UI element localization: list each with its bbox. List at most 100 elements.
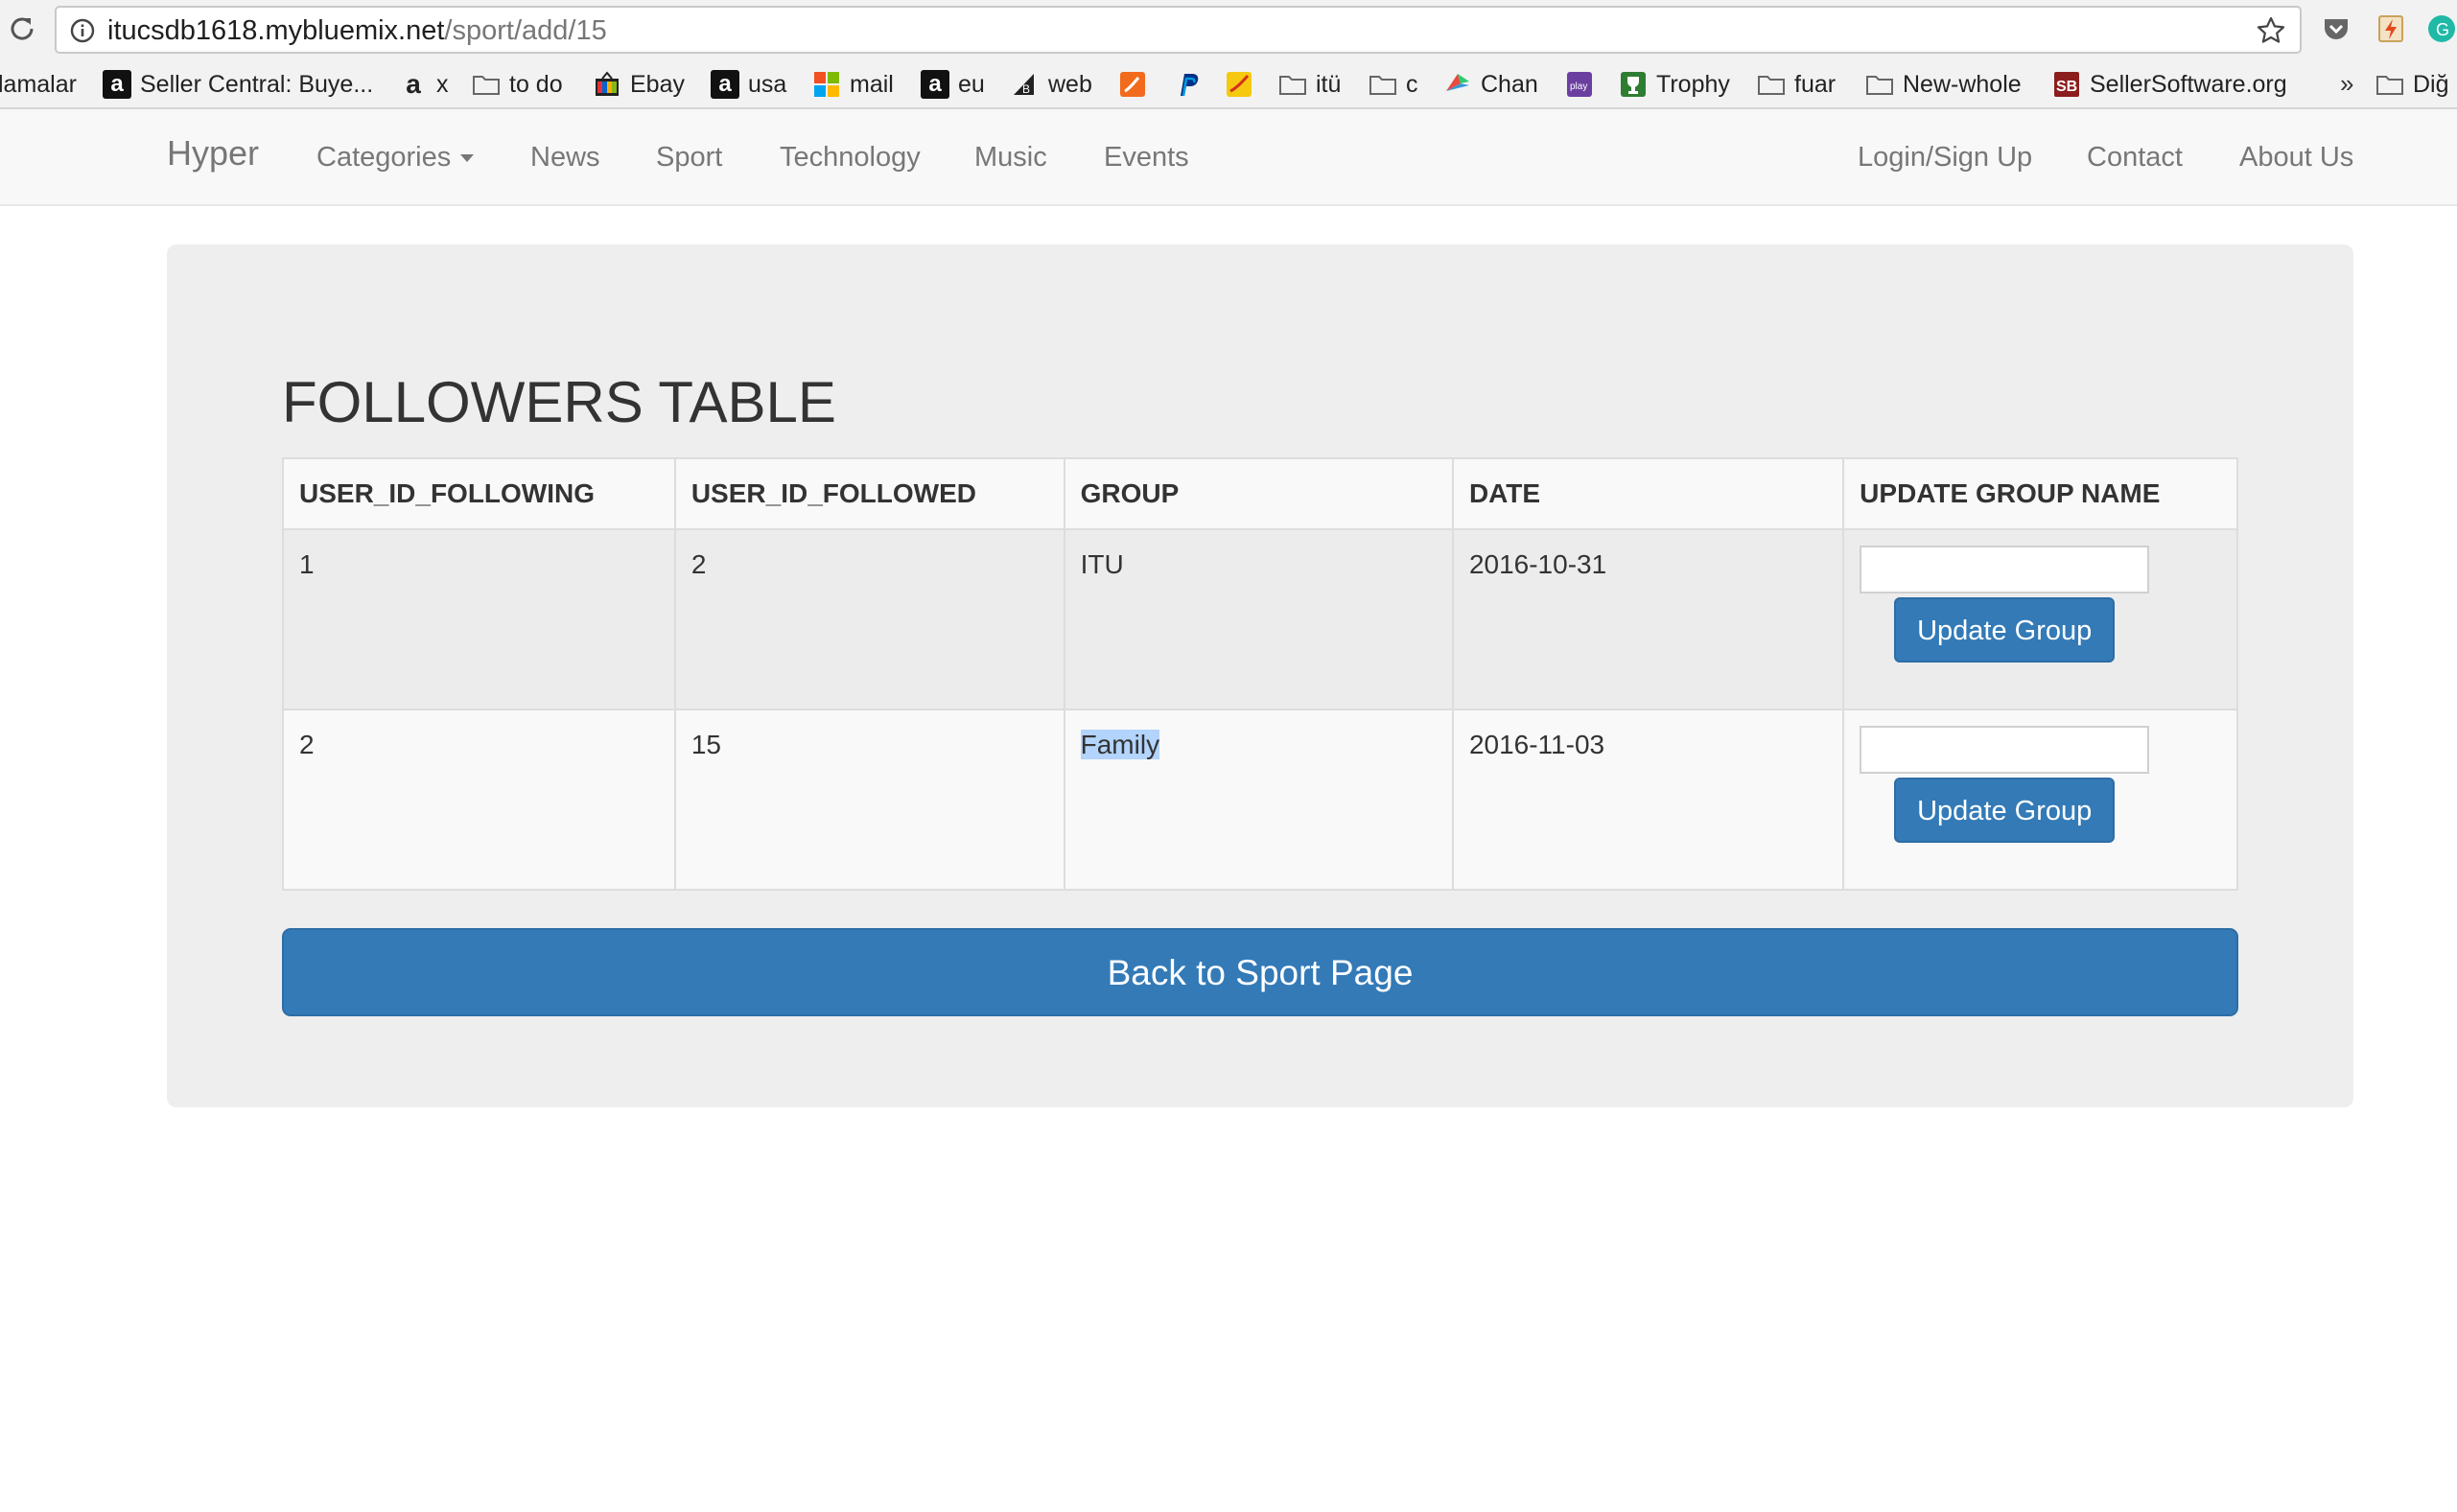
nav-news[interactable]: News [530,140,600,174]
bookmark-item[interactable]: fuar [1757,67,1836,102]
bookmark-label: New-whole [1903,70,2022,98]
bookmark-item[interactable]: Ebay [593,67,685,102]
bookmark-item[interactable]: to do [472,67,563,102]
bookmark-item[interactable] [1172,67,1209,102]
bookmark-item[interactable] [1225,67,1262,102]
folder-icon [1758,76,1785,95]
address-bar[interactable]: itucsdb1618.mybluemix.net/sport/add/15 [55,6,2302,54]
bookmark-item[interactable]: Trophy [1619,67,1730,102]
yellow-app-icon [1227,72,1252,97]
bookmark-label: x [436,70,449,98]
browser-toolbar: itucsdb1618.mybluemix.net/sport/add/15 G [0,0,2457,59]
bookmark-label: Seller Central: Buye... [140,70,374,98]
paypal-icon [1181,74,1199,97]
bookmark-item[interactable]: a usa [711,67,786,102]
bookmark-item[interactable]: lamalar [0,67,77,102]
bookmark-label: Chan [1481,70,1538,98]
column-header: UPDATE GROUP NAME [1842,457,2238,530]
svg-text:G: G [2436,20,2449,39]
folder-icon [473,76,500,95]
svg-text:SB: SB [2056,79,2077,95]
url-host: itucsdb1618.mybluemix.net [107,15,445,46]
orange-app-icon [1120,72,1145,97]
amazon-icon: a [711,70,739,99]
bookmark-item[interactable]: New-whole [1865,67,2022,102]
microsoft-icon [814,72,839,97]
folder-icon [2376,76,2403,95]
amazon-icon: a [921,70,949,99]
cell-user-id-followed: 2 [673,528,1065,710]
bookmark-item[interactable]: a eu [921,67,985,102]
bookmark-label: lamalar [0,70,77,98]
bookmark-item[interactable]: play [1565,67,1603,102]
url-path: /sport/add/15 [444,15,607,46]
bookmark-item[interactable]: mail [812,67,894,102]
nav-login-signup[interactable]: Login/Sign Up [1858,140,2032,174]
play-icon: play [1567,72,1592,97]
bookmark-label: web [1048,70,1092,98]
bookmark-label: to do [509,70,563,98]
update-group-button[interactable]: Update Group [1894,597,2116,663]
group-name-input[interactable] [1860,546,2150,593]
column-header: GROUP [1063,457,1454,530]
bookmark-label: itü [1316,70,1342,98]
bookmarks-bar: lamalar a Seller Central: Buye... a x to… [0,59,2457,109]
group-name-input[interactable] [1860,726,2150,774]
bookmark-label: Diğ [2413,70,2449,98]
cell-user-id-following: 2 [282,709,676,891]
bookmark-item[interactable] [1118,67,1156,102]
chan-icon [1446,74,1469,91]
sb-icon: SB [2054,72,2079,97]
cell-group: Family [1063,709,1454,891]
navbar-brand[interactable]: Hyper [167,136,259,171]
bookmark-label: c [1406,70,1418,98]
amazon-icon: a [103,70,131,99]
pocket-icon[interactable] [2321,13,2352,44]
reload-icon[interactable] [6,12,38,45]
nav-events[interactable]: Events [1104,140,1189,174]
bookmark-item[interactable]: itü [1278,67,1341,102]
caret-down-icon [460,154,475,163]
url-text[interactable]: itucsdb1618.mybluemix.net/sport/add/15 [107,15,607,46]
bookmark-label: mail [850,70,894,98]
web-icon: B [1014,74,1034,96]
followers-table: USER_ID_FOLLOWING USER_ID_FOLLOWED GROUP… [282,457,2238,891]
bookmark-item[interactable]: Chan [1443,67,1538,102]
bookmark-label: Ebay [630,70,685,98]
selected-group-text: Family [1080,730,1160,759]
folder-icon [1866,76,1893,95]
cell-group: ITU [1063,528,1454,710]
nav-categories-label: Categories [316,142,452,173]
table-row: 2 15 Family 2016-11-03 Update Group [282,709,2238,891]
svg-text:B: B [1022,82,1030,96]
extension-flash-icon[interactable] [2375,13,2406,44]
nav-about-us[interactable]: About Us [2239,140,2353,174]
info-icon[interactable] [70,18,95,43]
cell-date: 2016-11-03 [1451,709,1845,891]
column-header: DATE [1451,457,1845,530]
site-navbar: Hyper Categories News Sport Technology M… [0,109,2457,206]
nav-technology[interactable]: Technology [780,140,921,174]
bookmark-star-icon[interactable] [2256,15,2286,46]
back-to-sport-page-button[interactable]: Back to Sport Page [282,928,2238,1016]
table-header-row: USER_ID_FOLLOWING USER_ID_FOLLOWED GROUP… [282,457,2238,530]
bookmark-item[interactable]: Diğ [2375,67,2449,102]
nav-contact[interactable]: Contact [2087,140,2183,174]
nav-categories-dropdown[interactable]: Categories [316,140,475,174]
bookmark-item[interactable]: a x [399,67,449,102]
bookmark-item[interactable]: B web [1011,67,1092,102]
bookmark-label: fuar [1794,70,1837,98]
update-group-button[interactable]: Update Group [1894,778,2116,843]
bookmarks-overflow-chevron[interactable]: » [2340,69,2353,99]
page-title: FOLLOWERS TABLE [282,370,836,434]
nav-music[interactable]: Music [974,140,1047,174]
extension-g-icon[interactable]: G [2426,13,2457,44]
content-jumbotron: FOLLOWERS TABLE USER_ID_FOLLOWING USER_I… [167,244,2353,1107]
bookmark-item[interactable]: SB SellerSoftware.org [2052,67,2287,102]
nav-sport[interactable]: Sport [656,140,722,174]
bookmark-item[interactable]: c [1369,67,1418,102]
bookmark-item[interactable]: a Seller Central: Buye... [103,67,373,102]
table-row: 1 2 ITU 2016-10-31 Update Group [282,528,2238,710]
bookmark-label: usa [748,70,787,98]
bookmark-label: eu [958,70,985,98]
